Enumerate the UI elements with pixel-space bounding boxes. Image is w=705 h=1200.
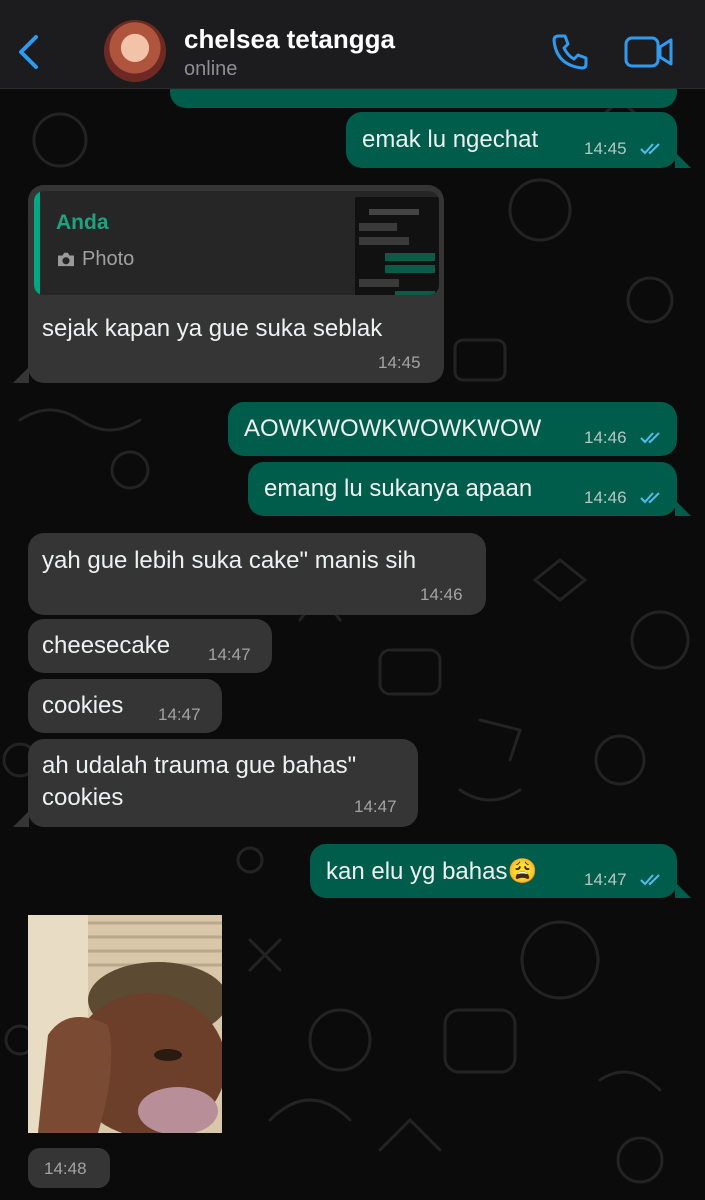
contact-name[interactable]: chelsea tetangga (184, 24, 395, 55)
photo-image (28, 915, 222, 1133)
message-bubble[interactable]: Anda Photo sejak kapan ya gue suka sebla… (28, 185, 444, 383)
read-ticks-icon (640, 143, 660, 155)
message-bubble[interactable]: cookies 14:47 (28, 679, 222, 733)
quote-author: Anda (56, 211, 109, 234)
message-text: cheesecake (42, 632, 171, 659)
message-time: 14:46 (420, 585, 463, 604)
message-text: yah gue lebih suka cake" manis sih (42, 547, 417, 574)
image-message[interactable] (28, 915, 222, 1133)
message-time: 14:46 (584, 488, 627, 507)
message-bubble[interactable]: emang lu sukanya apaan 14:46 (248, 462, 677, 516)
message-bubble[interactable]: kan elu yg bahas😩 14:47 (310, 844, 677, 898)
chevron-left-icon[interactable] (12, 32, 46, 72)
quote-thumbnail (355, 197, 439, 295)
video-camera-icon[interactable] (624, 34, 674, 70)
bubble-tail (13, 811, 29, 827)
phone-icon[interactable] (550, 32, 590, 72)
message-text: cookies (42, 692, 124, 719)
read-ticks-icon (640, 874, 660, 886)
message-text-line-1: ah udalah trauma gue bahas" (42, 752, 357, 779)
message-text: emak lu ngechat (362, 126, 539, 153)
avatar[interactable] (104, 20, 166, 82)
bubble-tail (675, 882, 691, 898)
message-time: 14:45 (378, 353, 421, 372)
quote-type-label: Photo (82, 248, 135, 270)
message-bubble[interactable]: AOWKWOWKWOWKWOW 14:46 (228, 402, 677, 456)
message-bubble[interactable]: ah udalah trauma gue bahas" cookies 14:4… (28, 739, 418, 827)
bubble-tail (13, 367, 29, 383)
message-text: emang lu sukanya apaan (264, 475, 533, 502)
message-text: sejak kapan ya gue suka seblak (42, 315, 383, 342)
message-time: 14:48 (44, 1159, 87, 1178)
read-ticks-icon (640, 432, 660, 444)
bubble-tail (675, 152, 691, 168)
message-bubble[interactable]: emak lu ngechat 14:45 (346, 112, 677, 168)
message-bubble[interactable]: cheesecake 14:47 (28, 619, 272, 673)
message-text-line-2: cookies (42, 784, 124, 811)
contact-status: online (184, 58, 238, 80)
quote-bar (34, 191, 40, 295)
message-text: AOWKWOWKWOWKWOW (244, 415, 542, 442)
message-time: 14:46 (584, 428, 627, 447)
read-ticks-icon (640, 492, 660, 504)
message-time: 14:45 (584, 139, 627, 158)
message-time: 14:47 (584, 870, 627, 889)
chat-header: chelsea tetangga online (0, 0, 705, 89)
image-time-badge: 14:48 (28, 1148, 110, 1188)
message-time: 14:47 (158, 705, 201, 724)
camera-icon (58, 252, 74, 267)
quoted-message[interactable]: Anda Photo (34, 191, 439, 295)
message-time: 14:47 (354, 797, 397, 816)
message-time: 14:47 (208, 645, 251, 664)
bubble-tail (675, 500, 691, 516)
message-text: kan elu yg bahas😩 (326, 858, 538, 885)
message-bubble[interactable]: yah gue lebih suka cake" manis sih 14:46 (28, 533, 486, 615)
